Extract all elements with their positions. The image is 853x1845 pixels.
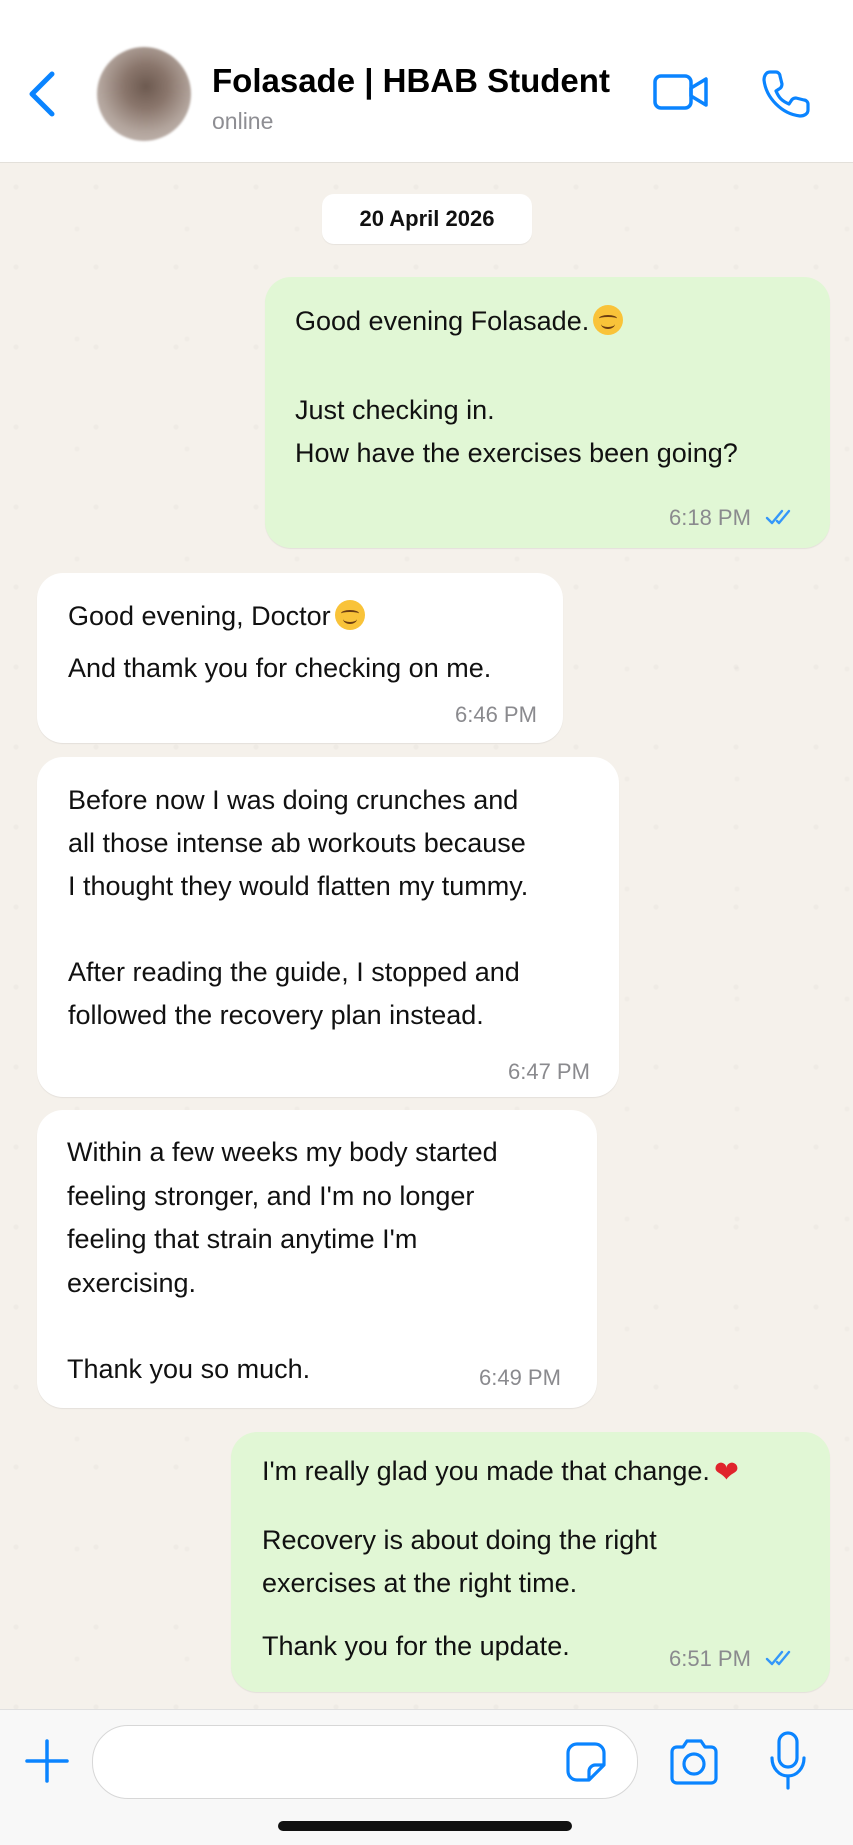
message-text: Good evening, Doctor — [68, 600, 365, 632]
message-text: Just checking in. — [295, 395, 495, 425]
message-bubble-incoming[interactable]: Within a few weeks my body started feeli… — [37, 1110, 597, 1408]
plus-icon[interactable] — [24, 1738, 70, 1784]
message-text: I'm really glad you made that change. ❤ — [262, 1456, 740, 1489]
message-text: After reading the guide, I stopped and — [68, 957, 520, 987]
message-text: Thank you so much. — [67, 1354, 311, 1384]
smiling-face-emoji-icon — [593, 305, 624, 335]
phone-call-icon[interactable] — [760, 68, 812, 120]
contact-name[interactable]: Folasade | HBAB Student — [212, 62, 610, 100]
message-text: Before now I was doing crunches and — [68, 785, 519, 815]
message-text: And thamk you for checking on me. — [68, 653, 492, 683]
date-separator: 20 April 2026 — [322, 194, 532, 244]
contact-avatar[interactable] — [97, 47, 191, 141]
message-text: I thought they would flatten my tummy. — [68, 871, 529, 901]
message-text: Thank you for the update. — [262, 1631, 570, 1661]
message-text: How have the exercises been going? — [295, 438, 738, 468]
read-receipt-icon — [765, 509, 791, 525]
message-text: followed the recovery plan instead. — [68, 1000, 484, 1030]
back-chevron-icon[interactable] — [22, 66, 62, 122]
message-bubble-incoming[interactable]: Good evening, Doctor And thamk you for c… — [37, 573, 563, 743]
camera-icon[interactable] — [668, 1738, 720, 1786]
red-heart-emoji-icon: ❤ — [713, 1456, 740, 1489]
smiling-face-emoji-icon — [334, 600, 365, 630]
contact-status: online — [212, 108, 274, 134]
video-call-icon[interactable] — [652, 70, 710, 114]
message-text: Within a few weeks my body started — [67, 1137, 498, 1167]
message-input[interactable] — [92, 1725, 638, 1799]
message-text: exercising. — [67, 1268, 197, 1298]
message-text: Recovery is about doing the right — [262, 1525, 657, 1555]
message-time: 6:49 PM — [479, 1365, 561, 1390]
message-text: Good evening Folasade. — [295, 305, 624, 337]
message-bubble-outgoing[interactable]: Good evening Folasade. Just checking in.… — [265, 277, 830, 548]
message-text: exercises at the right time. — [262, 1568, 578, 1598]
message-bubble-incoming[interactable]: Before now I was doing crunches and all … — [37, 757, 619, 1097]
message-time: 6:47 PM — [508, 1059, 590, 1084]
message-text: all those intense ab workouts because — [68, 828, 526, 858]
message-text: feeling stronger, and I'm no longer — [67, 1181, 475, 1211]
read-receipt-icon — [765, 1650, 791, 1666]
microphone-icon[interactable] — [768, 1730, 808, 1792]
message-time: 6:46 PM — [455, 702, 537, 727]
home-indicator — [278, 1821, 572, 1831]
message-text: feeling that strain anytime I'm — [67, 1224, 418, 1254]
message-bubble-outgoing[interactable]: I'm really glad you made that change. ❤ R… — [231, 1432, 830, 1692]
sticker-icon[interactable] — [565, 1741, 607, 1783]
message-time: 6:18 PM — [669, 505, 751, 530]
message-time: 6:51 PM — [669, 1646, 751, 1671]
